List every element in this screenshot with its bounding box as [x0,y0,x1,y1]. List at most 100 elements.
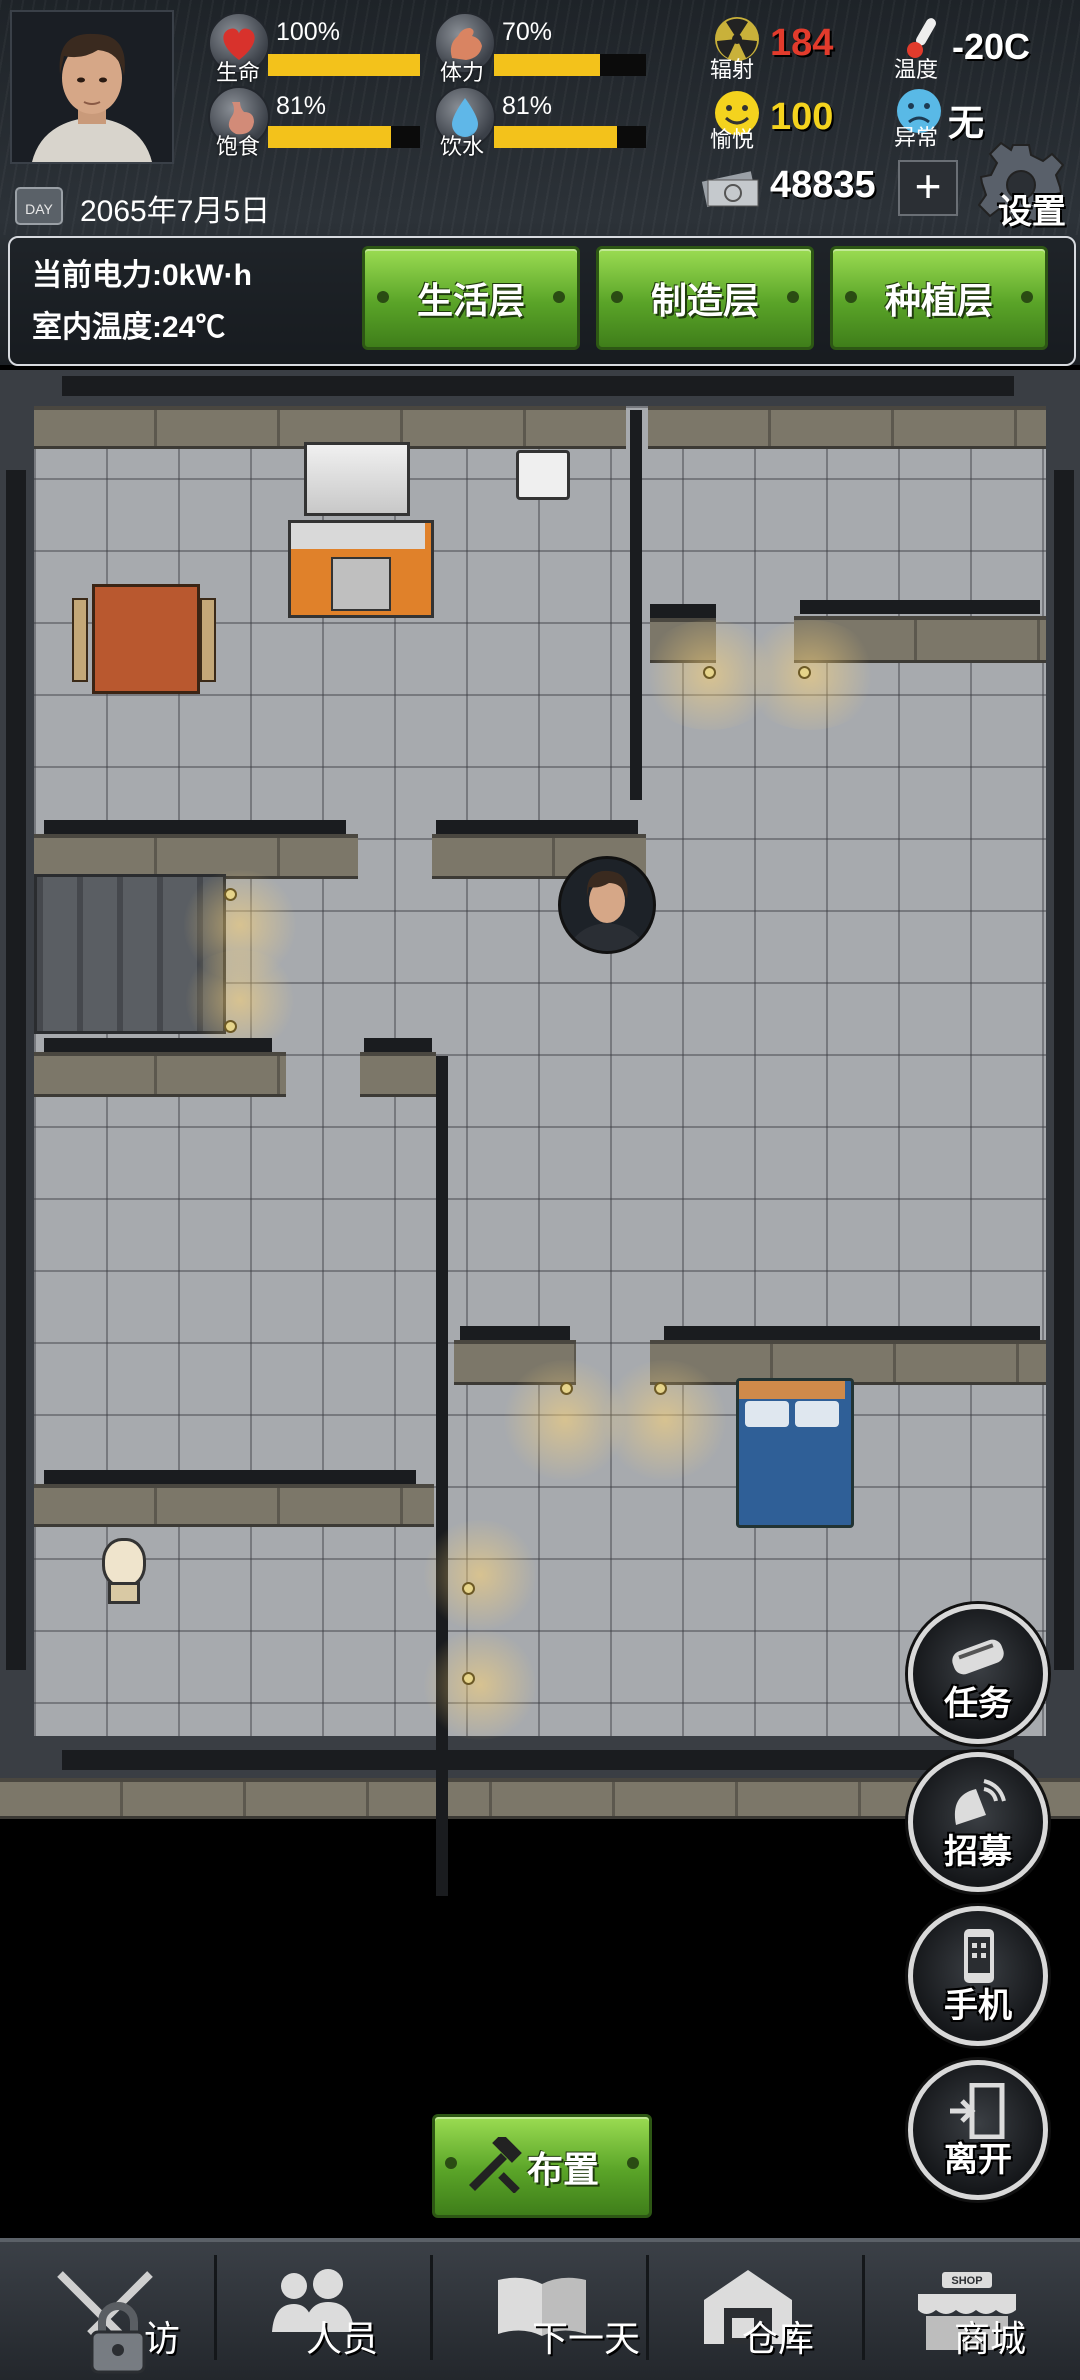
center-wall-top-edge [436,820,638,834]
nav-shop-label: 商城 [954,2318,1027,2359]
player-token[interactable] [558,856,656,954]
lower-left-wall-top-edge [44,1038,272,1052]
storage-wall-top-edge [44,820,346,834]
scroll-icon [952,1639,1004,1675]
dining-table[interactable] [72,584,216,694]
toilet[interactable] [102,1538,146,1604]
water-bar [494,126,646,148]
sink[interactable] [516,450,570,500]
recruit-label: 招募 [944,1833,1012,1871]
abnormal-label: 异常 [894,125,939,150]
calendar-day-icon: DAY [14,182,64,226]
exit-button[interactable]: 离开 [908,2060,1048,2200]
money-icon [700,162,762,212]
storage-wall-face [34,834,358,879]
wall-lamp [703,666,716,679]
stamina-percent: 70% [502,18,553,46]
nav-warehouse[interactable]: 仓库 [652,2238,862,2376]
satiety-bar [268,126,420,148]
happiness-label: 愉悦 [710,127,755,152]
player-portrait-icon [12,12,172,162]
stamina-bar [494,54,646,76]
lock-icon [90,2302,146,2374]
nav-next-day-label: 下一天 [532,2318,641,2359]
wall-lamp [462,1582,475,1595]
center-left-wall-edge [364,1038,432,1052]
radiation-value: 184 [770,22,834,64]
stamina-bar-fill [494,54,601,76]
bed[interactable] [736,1378,854,1528]
outer-wall-bottom [62,1750,1014,1770]
nav-separator [214,2255,217,2360]
wall-light-glow [420,1630,540,1740]
wall-light-glow [180,950,300,1050]
outer-wall-right [1054,470,1074,1670]
bathroom-wall-top-edge [44,1470,416,1484]
range-hood[interactable] [304,442,410,516]
wall-lamp [798,666,811,679]
nav-warehouse-label: 仓库 [742,2318,815,2359]
bedroom-wall-top-edge [664,1326,1040,1340]
water-bar-fill [494,126,618,148]
life-bar-fill [268,54,420,76]
wall-lamp [654,1382,667,1395]
arrange-button[interactable]: 布置 [432,2114,652,2218]
satiety-bar-fill [268,126,392,148]
tasks-label: 任务 [944,1685,1012,1723]
nav-personnel[interactable]: 人员 [220,2238,430,2376]
wall-light-glow [600,1360,730,1480]
temperature-value: -20C [952,26,1031,67]
exit-label: 离开 [944,2141,1012,2179]
settings-button[interactable]: 设置 [972,138,1072,238]
kitchen-divider-wall [630,410,642,800]
add-money-button[interactable]: + [898,160,958,216]
indoor-temp-text: 室内温度:24℃ [32,311,226,344]
wall-lamp [224,1020,237,1033]
top-hud: 100% 生命 70% 体力 81% 饱食 81% 饮水 辐射 184 温度 -… [0,0,1080,366]
satiety-label: 饱食 [216,134,261,159]
recruit-button[interactable]: 招募 [908,1752,1048,1892]
nav-visit-locked[interactable]: 访 [4,2238,214,2376]
layer-button-manufacturing[interactable]: 制造层 [596,246,814,350]
nav-separator [646,2255,649,2360]
lower-left-wall-face [34,1052,286,1097]
nav-personnel-label: 人员 [306,2318,379,2359]
layer-label-manufacturing: 制造层 [650,280,759,321]
arrange-label: 布置 [527,2149,600,2190]
power-text: 当前电力:0kW·h [32,259,252,292]
layer-label-living: 生活层 [416,280,525,321]
nav-shop[interactable]: SHOP 商城 [868,2238,1078,2376]
player-avatar[interactable] [10,10,174,164]
bedroom-left-wall-edge [460,1326,570,1340]
satiety-percent: 81% [276,92,327,120]
nav-separator [430,2255,433,2360]
right-wall-top-edge [800,600,1040,614]
outer-wall-left [6,470,26,1670]
right-room-top-wall [648,406,1046,449]
bathroom-wall-face [34,1484,434,1527]
life-label: 生命 [216,60,261,85]
water-label: 饮水 [440,134,485,159]
life-percent: 100% [276,18,340,46]
right-wall-small [650,604,716,618]
layer-button-living[interactable]: 生活层 [362,246,580,350]
money-value: 48835 [770,164,876,206]
phone-button[interactable]: 手机 [908,1906,1048,2046]
phone-icon [964,1929,994,1983]
tasks-button[interactable]: 任务 [908,1604,1048,1744]
outer-wall-top [62,376,1014,396]
current-date: 2065年7月5日 [80,195,271,228]
hammer-wrench-icon [469,2137,522,2193]
life-bar [268,54,420,76]
wall-lamp [462,1672,475,1685]
shop-badge-text: SHOP [951,2275,982,2287]
satellite-dish-icon [954,1779,1006,1825]
radiation-label: 辐射 [710,57,755,82]
temperature-label: 温度 [894,57,939,82]
center-vertical-wall [436,1056,448,1896]
settings-label: 设置 [998,193,1066,231]
phone-label: 手机 [944,1987,1012,2025]
kitchen-stove[interactable] [288,520,434,618]
layer-button-planting[interactable]: 种植层 [830,246,1048,350]
nav-next-day[interactable]: 下一天 [436,2238,646,2376]
